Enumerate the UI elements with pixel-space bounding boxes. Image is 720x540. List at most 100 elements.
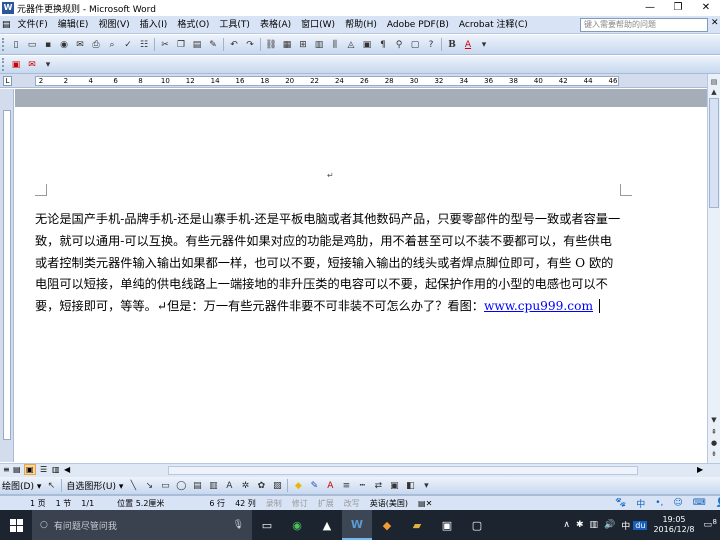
close-document-icon[interactable]: ✕ <box>711 18 719 28</box>
microphone-icon[interactable]: 🎙 <box>233 520 244 530</box>
vertical-scroll-thumb[interactable] <box>709 98 719 208</box>
network-icon[interactable]: ▥ <box>587 520 602 530</box>
outline-view-icon[interactable]: ☰ <box>40 465 47 474</box>
app-orange-icon[interactable]: ◆ <box>372 510 402 540</box>
bluetooth-icon[interactable]: ✱ <box>573 520 587 530</box>
drawing-font-color-icon[interactable]: A <box>323 479 337 493</box>
volume-icon[interactable]: 🔊 <box>601 520 618 530</box>
horizontal-scroll-thumb[interactable] <box>168 466 638 475</box>
menu-format[interactable]: 格式(O) <box>172 16 214 34</box>
menu-window[interactable]: 窗口(W) <box>296 16 340 34</box>
user-icon[interactable]: 👤 <box>711 498 720 508</box>
scroll-right-icon[interactable]: ▶ <box>697 465 703 474</box>
vertical-ruler[interactable] <box>0 89 14 462</box>
print-icon[interactable]: ⎙ <box>89 38 103 52</box>
toolbar-grip[interactable] <box>2 58 5 71</box>
menu-edit[interactable]: 编辑(E) <box>53 16 94 34</box>
shadow-style-icon[interactable]: ▣ <box>387 479 401 493</box>
insert-excel-icon[interactable]: ▥ <box>312 38 326 52</box>
status-rec[interactable]: 录制 <box>261 498 287 509</box>
status-trk[interactable]: 修订 <box>287 498 313 509</box>
zoom-icon[interactable]: ⚲ <box>392 38 406 52</box>
vertical-scrollbar[interactable]: ▤ ▲ ▼ ⇞ ● ⇟ <box>707 74 720 463</box>
insert-picture-icon[interactable]: ▨ <box>270 479 284 493</box>
document-map-icon[interactable]: ▣ <box>360 38 374 52</box>
action-center-icon[interactable]: ▭ 8 <box>700 518 720 530</box>
show-hide-icon[interactable]: ¶ <box>376 38 390 52</box>
ime-indicator[interactable]: 中 <box>618 519 633 532</box>
menu-view[interactable]: 视图(V) <box>93 16 134 34</box>
convert-and-email-icon[interactable]: ✉ <box>25 58 39 72</box>
menu-tools[interactable]: 工具(T) <box>214 16 255 34</box>
menu-insert[interactable]: 插入(I) <box>135 16 173 34</box>
arrow-style-icon[interactable]: ⇄ <box>371 479 385 493</box>
toolbar-options-icon[interactable]: ▾ <box>477 38 491 52</box>
diagram-icon[interactable]: ✲ <box>238 479 252 493</box>
cut-icon[interactable]: ✂ <box>158 38 172 52</box>
clip-art-icon[interactable]: ✿ <box>254 479 268 493</box>
redo-icon[interactable]: ↷ <box>243 38 257 52</box>
ime-mode-label[interactable]: 中 <box>631 497 650 510</box>
word-taskbar-icon[interactable]: W <box>342 510 372 540</box>
tables-borders-icon[interactable]: ▦ <box>280 38 294 52</box>
save-icon[interactable]: ▪ <box>41 38 55 52</box>
horizontal-scrollbar[interactable]: ≡ ▤ ▣ ☰ ▥ ◀ ▶ <box>0 463 720 477</box>
hyperlink[interactable]: www.cpu999.com <box>484 299 593 313</box>
punctuation-icon[interactable]: •, <box>650 498 668 508</box>
pdf-toolbar-options-icon[interactable]: ▾ <box>41 58 55 72</box>
keyboard-icon[interactable]: ⌨ <box>688 498 711 508</box>
status-ovr[interactable]: 改写 <box>339 498 365 509</box>
arrow-icon[interactable]: ↘ <box>142 479 156 493</box>
scroll-up-icon[interactable]: ▲ <box>708 86 720 98</box>
scroll-down-icon[interactable]: ▼ <box>708 414 720 426</box>
line-color-icon[interactable]: ✎ <box>307 479 321 493</box>
draw-menu-button[interactable]: 绘图(D) ▾ <box>0 479 43 492</box>
3d-style-icon[interactable]: ◧ <box>403 479 417 493</box>
autoshapes-button[interactable]: 自选图形(U) ▾ <box>64 479 125 492</box>
emoji-icon[interactable]: ☺ <box>668 498 687 508</box>
spelling-icon[interactable]: ✓ <box>121 38 135 52</box>
bold-icon[interactable]: B <box>445 38 459 52</box>
hyperlink-icon[interactable]: ⛓ <box>264 38 278 52</box>
oval-icon[interactable]: ◯ <box>174 479 188 493</box>
file-explorer-icon[interactable]: ▰ <box>402 510 432 540</box>
fill-color-icon[interactable]: ◆ <box>291 479 305 493</box>
email-icon[interactable]: ✉ <box>73 38 87 52</box>
text-box-icon[interactable]: ▤ <box>190 479 204 493</box>
clock[interactable]: 19:05 2016/12/8 <box>647 515 700 535</box>
toolbar-grip[interactable] <box>2 38 5 51</box>
paw-icon[interactable]: 🐾 <box>610 498 631 508</box>
word-app-icon[interactable]: W <box>2 2 14 14</box>
vertical-text-box-icon[interactable]: ▥ <box>206 479 220 493</box>
menu-acrobat-comments[interactable]: Acrobat 注释(C) <box>454 16 533 34</box>
line-icon[interactable]: ╲ <box>126 479 140 493</box>
cortana-search-box[interactable]: ○ 有问题尽管问我 🎙 <box>32 510 252 540</box>
wordart-icon[interactable]: A <box>222 479 236 493</box>
menu-adobe-pdf[interactable]: Adobe PDF(B) <box>382 16 454 34</box>
rectangle-icon[interactable]: ▭ <box>158 479 172 493</box>
new-document-icon[interactable]: ▯ <box>9 38 23 52</box>
restore-button[interactable]: ❐ <box>664 0 692 16</box>
print-layout-icon[interactable]: ▣ <box>24 464 36 475</box>
open-folder-icon[interactable]: ▭ <box>25 38 39 52</box>
columns-icon[interactable]: ⫼ <box>328 38 342 52</box>
research-icon[interactable]: ☷ <box>137 38 151 52</box>
line-style-icon[interactable]: ≡ <box>339 479 353 493</box>
help-icon[interactable]: ? <box>424 38 438 52</box>
tab-selector-icon[interactable]: L <box>3 76 12 86</box>
paste-icon[interactable]: ▤ <box>190 38 204 52</box>
browser-icon[interactable]: ◉ <box>282 510 312 540</box>
app-screen-icon[interactable]: ▣ <box>432 510 462 540</box>
drawing-toolbar-options-icon[interactable]: ▾ <box>419 479 433 493</box>
copy-icon[interactable]: ❐ <box>174 38 188 52</box>
drawing-icon[interactable]: ◬ <box>344 38 358 52</box>
format-painter-icon[interactable]: ✎ <box>206 38 220 52</box>
reading-layout-icon[interactable]: ▥ <box>52 465 60 474</box>
select-objects-icon[interactable]: ↖ <box>44 479 58 493</box>
undo-icon[interactable]: ↶ <box>227 38 241 52</box>
next-page-icon[interactable]: ⇟ <box>708 448 720 460</box>
show-hidden-icons[interactable]: ∧ <box>560 520 573 530</box>
status-language[interactable]: 英语(美国) <box>365 498 413 509</box>
permission-icon[interactable]: ◉ <box>57 38 71 52</box>
menu-table[interactable]: 表格(A) <box>255 16 296 34</box>
